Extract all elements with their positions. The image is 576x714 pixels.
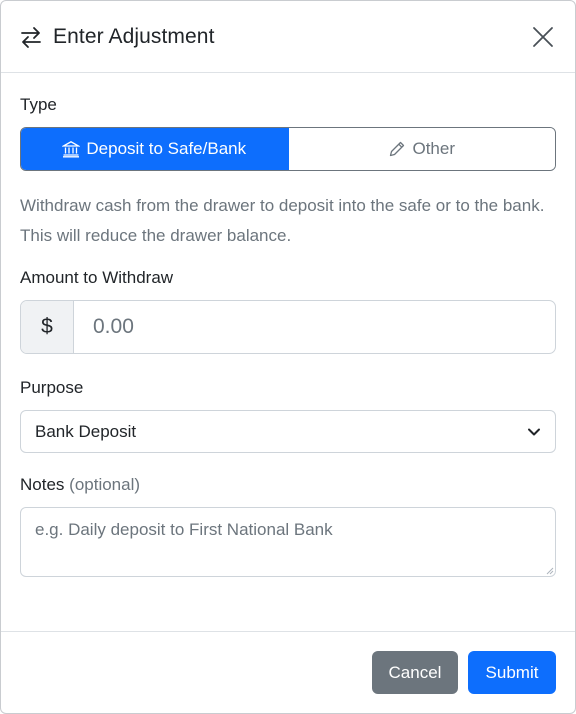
chevron-down-icon <box>527 425 541 439</box>
bank-icon <box>62 141 81 158</box>
purpose-label: Purpose <box>20 378 84 397</box>
modal-footer: Cancel Submit <box>1 631 575 713</box>
amount-placeholder: 0.00 <box>93 315 134 338</box>
amount-input[interactable]: 0.00 <box>74 301 555 353</box>
arrows-left-right-icon <box>19 25 43 49</box>
pencil-icon <box>390 141 405 157</box>
notes-optional-text: (optional) <box>69 475 141 494</box>
amount-input-group: $ 0.00 <box>20 300 556 354</box>
purpose-selected-value: Bank Deposit <box>35 421 137 441</box>
notes-placeholder: e.g. Daily deposit to First National Ban… <box>35 520 333 539</box>
other-option-label: Other <box>412 139 456 158</box>
type-help-text: Withdraw cash from the drawer to deposit… <box>20 196 545 245</box>
modal-title: Enter Adjustment <box>53 24 215 48</box>
deposit-option-label: Deposit to Safe/Bank <box>86 139 247 158</box>
other-option-button[interactable]: Other <box>288 128 555 170</box>
deposit-option-button[interactable]: Deposit to Safe/Bank <box>21 128 289 170</box>
notes-label-text: Notes <box>20 475 65 494</box>
purpose-select[interactable]: Bank Deposit <box>20 410 556 453</box>
resize-grip-icon[interactable] <box>546 567 554 575</box>
type-toggle: Deposit to Safe/Bank Other <box>20 127 556 171</box>
notes-textarea[interactable]: e.g. Daily deposit to First National Ban… <box>20 507 556 577</box>
currency-prefix: $ <box>21 301 74 353</box>
submit-button[interactable]: Submit <box>468 651 556 694</box>
adjustment-modal: Enter Adjustment Type Deposit to Safe/Ba… <box>0 0 576 714</box>
type-label: Type <box>20 95 57 114</box>
modal-header: Enter Adjustment <box>1 1 575 73</box>
close-icon <box>533 26 553 47</box>
notes-label: Notes (optional) <box>20 475 556 495</box>
close-button[interactable] <box>529 23 557 51</box>
cancel-button[interactable]: Cancel <box>372 651 458 694</box>
modal-body: Type Deposit to Safe/Bank Other Withdraw… <box>1 73 575 577</box>
amount-label: Amount to Withdraw <box>20 268 174 287</box>
